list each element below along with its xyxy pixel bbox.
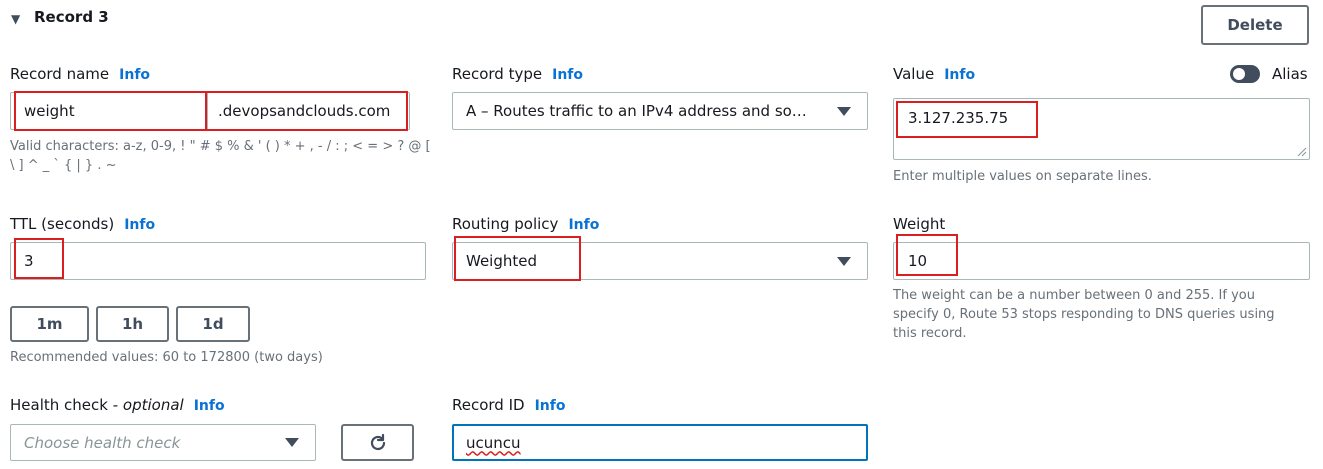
ttl-label-text: TTL (seconds) — [10, 215, 115, 233]
dropdown-caret-icon — [837, 107, 851, 116]
health-check-label-text: Health check - — [10, 396, 123, 414]
highlight-box-record-name — [14, 91, 408, 131]
weight-hint-line1: The weight can be a number between 0 and… — [893, 288, 1255, 303]
record-name-hint: Valid characters: a-z, 0-9, ! " # $ % & … — [10, 137, 431, 175]
routing-policy-label-text: Routing policy — [452, 215, 559, 233]
record-id-label-text: Record ID — [452, 396, 525, 414]
delete-button[interactable]: Delete — [1201, 5, 1309, 45]
resize-handle-icon[interactable] — [1297, 147, 1307, 157]
ttl-input[interactable]: 3 — [10, 242, 426, 280]
weight-hint-line3: this record. — [893, 326, 967, 341]
record-type-label: Record type Info — [452, 65, 583, 83]
alias-toggle[interactable] — [1230, 65, 1260, 83]
refresh-icon — [370, 433, 385, 450]
ttl-1m-button[interactable]: 1m — [10, 306, 89, 342]
health-check-select[interactable]: Choose health check — [10, 424, 316, 461]
ttl-info-link[interactable]: Info — [124, 217, 155, 233]
record-type-info-link[interactable]: Info — [552, 67, 583, 83]
weight-hint: The weight can be a number between 0 and… — [893, 286, 1275, 343]
record-name-hint-line1: Valid characters: a-z, 0-9, ! " # $ % & … — [10, 139, 431, 154]
record-name-info-link[interactable]: Info — [119, 67, 150, 83]
record-id-value: ucuncu — [466, 433, 521, 452]
dropdown-caret-icon — [285, 438, 299, 447]
highlight-divider — [205, 93, 207, 129]
ttl-1h-button[interactable]: 1h — [96, 306, 169, 342]
ttl-hint: Recommended values: 60 to 172800 (two da… — [10, 350, 323, 365]
optional-label: optional — [122, 396, 184, 414]
weight-hint-line2: specify 0, Route 53 stops responding to … — [893, 307, 1275, 322]
record-id-input[interactable]: ucuncu — [452, 424, 868, 461]
value-hint: Enter multiple values on separate lines. — [893, 169, 1152, 184]
highlight-box-weight — [896, 234, 958, 276]
record-name-hint-line2: \ ] ^ _ ` { | } . ~ — [10, 158, 117, 173]
health-check-info-link[interactable]: Info — [194, 398, 225, 414]
toggle-knob — [1233, 68, 1245, 80]
record-type-value: A – Routes traffic to an IPv4 address an… — [466, 102, 807, 120]
ttl-1d-button[interactable]: 1d — [176, 306, 250, 342]
health-check-label: Health check - optional Info — [10, 396, 225, 414]
highlight-box-routing — [454, 236, 581, 281]
record-type-select[interactable]: A – Routes traffic to an IPv4 address an… — [452, 92, 868, 130]
record-name-label: Record name Info — [10, 65, 150, 83]
record-id-info-link[interactable]: Info — [535, 398, 566, 414]
record-id-label: Record ID Info — [452, 396, 565, 414]
routing-policy-info-link[interactable]: Info — [568, 217, 599, 233]
collapse-caret-icon[interactable]: ▼ — [11, 12, 20, 26]
record-title: Record 3 — [34, 8, 109, 26]
weight-label: Weight — [893, 215, 946, 233]
refresh-button[interactable] — [341, 424, 414, 461]
highlight-box-value — [896, 101, 1038, 138]
highlight-box-ttl — [14, 238, 64, 279]
routing-policy-label: Routing policy Info — [452, 215, 599, 233]
record-name-label-text: Record name — [10, 65, 110, 83]
health-check-placeholder: Choose health check — [24, 433, 181, 452]
value-label: Value Info — [893, 65, 975, 83]
value-label-text: Value — [893, 65, 935, 83]
record-type-label-text: Record type — [452, 65, 543, 83]
alias-label: Alias — [1272, 65, 1308, 83]
value-info-link[interactable]: Info — [944, 67, 975, 83]
ttl-label: TTL (seconds) Info — [10, 215, 155, 233]
dropdown-caret-icon — [837, 257, 851, 266]
